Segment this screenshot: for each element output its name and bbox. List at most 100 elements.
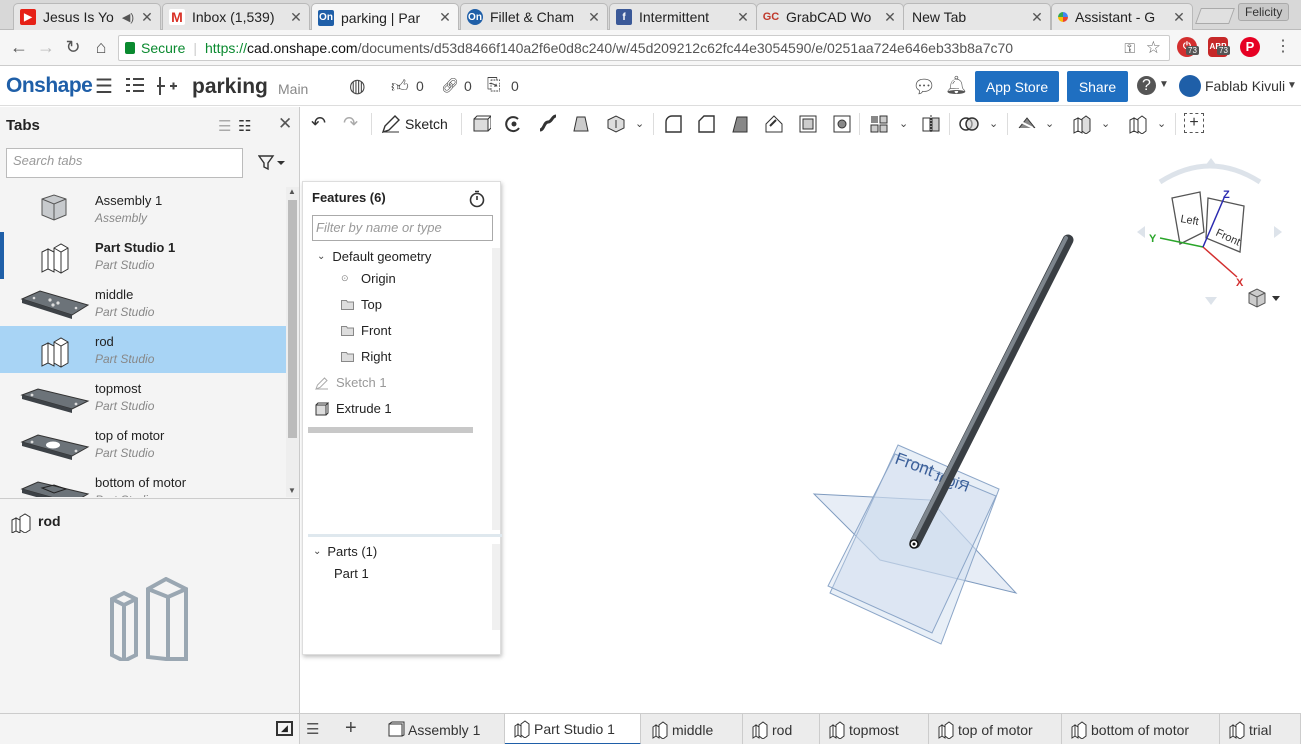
- url-input[interactable]: Secure | https://cad.onshape.com/documen…: [118, 35, 1170, 61]
- feature-item-origin[interactable]: ⊙ Origin: [341, 271, 396, 286]
- app-store-button[interactable]: App Store: [975, 71, 1059, 102]
- close-icon[interactable]: ✕: [278, 114, 292, 134]
- fillet-icon[interactable]: [663, 114, 683, 134]
- profile-button[interactable]: Felicity: [1238, 3, 1290, 21]
- chevron-down-icon[interactable]: ⌄: [1101, 117, 1110, 130]
- view-left-arrow-icon[interactable]: [1137, 226, 1145, 238]
- rotate-arc-icon[interactable]: [1158, 163, 1262, 185]
- browser-tab[interactable]: M Inbox (1,539) ✕: [162, 3, 310, 30]
- reload-icon[interactable]: ↻: [62, 36, 84, 58]
- tab-assembly-1[interactable]: Assembly 1: [379, 714, 505, 744]
- thicken-icon[interactable]: [606, 114, 626, 134]
- parts-group[interactable]: ⌄ Parts (1): [313, 544, 377, 559]
- close-icon[interactable]: ✕: [1030, 9, 1044, 26]
- feature-item-sketch[interactable]: Sketch 1: [315, 375, 387, 390]
- extrude-icon[interactable]: [471, 114, 491, 134]
- feature-item-right[interactable]: Right: [341, 349, 391, 364]
- tab-list-scroll-thumb[interactable]: [288, 200, 297, 438]
- notification-bell-icon[interactable]: 🔔︎: [945, 75, 968, 96]
- revolve-icon[interactable]: [504, 114, 524, 134]
- view-right-arrow-icon[interactable]: [1274, 226, 1282, 238]
- audio-icon[interactable]: ◀): [122, 11, 134, 24]
- split-icon[interactable]: [1017, 114, 1037, 134]
- chevron-down-icon[interactable]: ▼: [1159, 79, 1169, 90]
- draft-icon[interactable]: [730, 114, 750, 134]
- tab-middle[interactable]: middle: [643, 714, 743, 744]
- tab-list-item[interactable]: topmost Part Studio: [0, 373, 286, 420]
- tab-list-item[interactable]: rod Part Studio: [0, 326, 286, 373]
- plane-icon[interactable]: [1127, 114, 1147, 134]
- hole-icon[interactable]: [832, 114, 852, 134]
- avatar[interactable]: [1179, 75, 1201, 97]
- menu-dots-icon[interactable]: ⋮: [1272, 36, 1294, 58]
- redo-icon[interactable]: ↷: [343, 113, 358, 134]
- hamburger-menu-icon[interactable]: ☰: [95, 74, 113, 99]
- tab-list-item[interactable]: bottom of motor Part Studio: [0, 467, 286, 497]
- loft-icon[interactable]: [571, 114, 591, 134]
- key-icon[interactable]: ⚿: [1124, 40, 1135, 57]
- comment-icon[interactable]: 💬︎: [912, 75, 936, 99]
- browser-tab[interactable]: f Intermittent ✕: [609, 3, 757, 30]
- tab-list-item[interactable]: top of motor Part Studio: [0, 420, 286, 467]
- view-cube[interactable]: Left Front Y X Z: [1137, 158, 1282, 305]
- feature-filter-input[interactable]: Filter by name or type: [312, 215, 493, 241]
- new-tab-button[interactable]: [1195, 8, 1235, 24]
- tab-part-studio-1[interactable]: Part Studio 1: [505, 714, 641, 744]
- view-down-arrow-icon[interactable]: [1205, 297, 1217, 305]
- browser-tab[interactable]: Assistant - G ✕: [1051, 3, 1193, 30]
- help-icon[interactable]: ?: [1137, 76, 1156, 95]
- shell-icon[interactable]: [798, 114, 818, 134]
- insert-icon[interactable]: [156, 76, 178, 101]
- tab-top-of-motor[interactable]: top of motor: [929, 714, 1062, 744]
- pattern-icon[interactable]: [869, 114, 889, 134]
- tab-trial[interactable]: trial: [1220, 714, 1301, 744]
- chevron-down-icon[interactable]: ⌄: [1157, 117, 1166, 130]
- tab-list-item[interactable]: middle Part Studio: [0, 279, 286, 326]
- document-name[interactable]: parking: [192, 75, 268, 99]
- browser-tab[interactable]: New Tab ✕: [903, 3, 1051, 30]
- home-icon[interactable]: ⌂: [90, 36, 112, 58]
- browser-tab[interactable]: GC GrabCAD Wo ✕: [756, 3, 904, 30]
- feature-list-scrollbar[interactable]: [492, 248, 500, 530]
- close-icon[interactable]: ✕: [587, 9, 601, 26]
- detail-view-icon[interactable]: ☷: [238, 117, 251, 135]
- user-name[interactable]: Fablab Kivuli: [1205, 78, 1285, 94]
- collapse-panel-icon[interactable]: ◢: [276, 721, 293, 736]
- tab-list-item[interactable]: Assembly 1 Assembly: [0, 185, 286, 232]
- add-tab-icon[interactable]: +: [345, 717, 357, 740]
- forward-icon[interactable]: →: [35, 36, 57, 58]
- browser-tab[interactable]: ▶ Jesus Is Yo ◀) ✕: [13, 3, 161, 30]
- chevron-down-icon[interactable]: ⌄: [989, 117, 998, 130]
- link-icon[interactable]: 🔗︎: [441, 77, 459, 94]
- view-up-arrow-icon[interactable]: [1205, 158, 1217, 166]
- feature-item-top[interactable]: Top: [341, 297, 382, 312]
- close-icon[interactable]: ✕: [438, 9, 452, 26]
- rib-icon[interactable]: [764, 114, 784, 134]
- default-geometry-group[interactable]: ⌄ Default geometry: [317, 249, 431, 264]
- chevron-down-icon[interactable]: ⌄: [1045, 117, 1054, 130]
- workspace-name[interactable]: Main: [278, 81, 308, 97]
- sweep-icon[interactable]: [538, 114, 558, 134]
- feature-item-front[interactable]: Front: [341, 323, 391, 338]
- undo-icon[interactable]: ↶: [311, 113, 326, 134]
- close-icon[interactable]: ✕: [140, 9, 154, 26]
- filter-icon[interactable]: [257, 155, 286, 174]
- boolean-icon[interactable]: [959, 114, 979, 134]
- onshape-logo[interactable]: Onshape: [6, 74, 93, 98]
- feature-item-extrude[interactable]: Extrude 1: [315, 401, 392, 416]
- close-icon[interactable]: ✕: [736, 9, 750, 26]
- bookmark-star-icon[interactable]: ☆: [1146, 38, 1161, 58]
- rollback-bar[interactable]: [308, 427, 473, 433]
- transform-icon[interactable]: [1071, 114, 1091, 134]
- browser-tab[interactable]: On Fillet & Cham ✕: [460, 3, 608, 30]
- browser-tab-active[interactable]: On parking | Par ✕: [311, 3, 459, 31]
- like-icon[interactable]: 👍︎: [391, 76, 409, 97]
- add-custom-feature-icon[interactable]: +: [1184, 113, 1204, 133]
- pinterest-icon[interactable]: P: [1240, 37, 1260, 57]
- tab-rod[interactable]: rod: [743, 714, 820, 744]
- tab-bottom-of-motor[interactable]: bottom of motor: [1062, 714, 1220, 744]
- view-options-icon[interactable]: [1248, 288, 1280, 308]
- chevron-down-icon[interactable]: ⌄: [317, 251, 325, 262]
- share-button[interactable]: Share: [1067, 71, 1128, 102]
- copy-icon[interactable]: ⎘: [487, 75, 501, 95]
